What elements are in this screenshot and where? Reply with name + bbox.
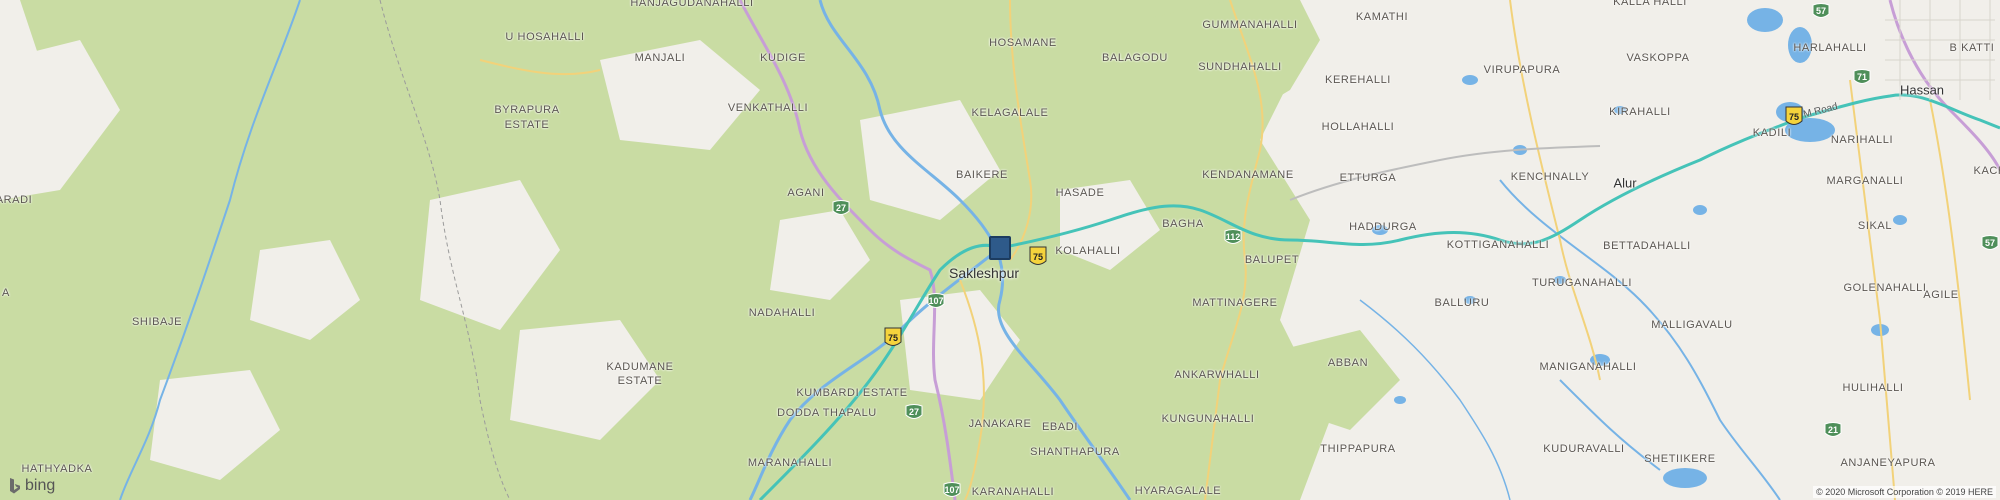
nh-shield: 112 xyxy=(1223,229,1243,247)
village-label: MATTINAGERE xyxy=(1192,297,1278,309)
sh-shield: 75 xyxy=(884,327,902,349)
village-label: SIKAL xyxy=(1857,220,1893,232)
village-label: BETTADAHALLI xyxy=(1603,240,1691,252)
bing-icon xyxy=(10,478,20,494)
map-canvas[interactable]: Sakleshpur Alur Hassan HANJAGUDANAHALLI … xyxy=(0,0,2000,500)
village-label: VENKATHALLI xyxy=(727,102,809,114)
nh-shield: 107 xyxy=(942,482,962,500)
village-label: NADAHALLI xyxy=(748,307,816,319)
village-label: BYRAPURA xyxy=(494,104,560,116)
location-pin[interactable] xyxy=(989,236,1011,260)
village-label: SHANTHAPURA xyxy=(1030,446,1120,458)
village-label: ETTURGA xyxy=(1339,172,1397,184)
town-label-alur: Alur xyxy=(1613,175,1637,191)
village-label: AGILE xyxy=(1923,289,1959,301)
village-label: AGANI xyxy=(787,187,825,199)
village-label: HATHYADKA xyxy=(21,463,93,475)
nh-shield: 71 xyxy=(1852,69,1872,87)
village-label: KIRAHALLI xyxy=(1609,106,1671,118)
copyright-notice: © 2020 Microsoft Corporation © 2019 HERE xyxy=(1813,486,1996,498)
village-label: VASKOPPA xyxy=(1626,52,1690,64)
village-label: KARANAHALLI xyxy=(971,486,1055,498)
village-label: KELAGALALE xyxy=(971,107,1049,119)
sh-shield: 75 xyxy=(1029,246,1047,268)
village-label: ANKARWHALLI xyxy=(1174,369,1260,381)
village-label: BAIKERE xyxy=(956,169,1008,181)
village-label: HANJAGUDANAHALLI xyxy=(630,0,754,9)
village-label: HYARAGALALE xyxy=(1134,485,1222,497)
village-label: KUDURAVALLI xyxy=(1543,443,1625,455)
village-label: KUMBARDI ESTATE xyxy=(796,387,908,399)
sh-shield: 75 xyxy=(1785,106,1803,128)
village-label: DODDA THAPALU xyxy=(777,407,877,419)
village-label: GUMMANAHALLI xyxy=(1202,19,1298,31)
village-label: KADUMANE xyxy=(606,361,674,373)
village-label: KOTTIGANAHALLI xyxy=(1446,239,1550,251)
village-label: KENDANAMANE xyxy=(1202,169,1294,181)
village-label: TURUGANAHALLI xyxy=(1531,277,1633,289)
village-label: MANJALI xyxy=(634,52,686,64)
village-label: U HOSAHALLI xyxy=(505,31,585,43)
nh-shield: 27 xyxy=(831,200,851,218)
village-label: KUDIGE xyxy=(760,52,806,64)
village-label: KEREHALLI xyxy=(1325,74,1391,86)
village-label: KALLA HALLI xyxy=(1613,0,1687,8)
village-label: KACH xyxy=(1973,165,2000,177)
village-label: HADDURGA xyxy=(1349,221,1417,233)
bing-logo: bing xyxy=(8,476,55,496)
nh-shield: 21 xyxy=(1823,422,1843,440)
village-label: ABBAN xyxy=(1327,357,1369,369)
village-label: HASADE xyxy=(1055,187,1105,199)
village-label: JANAKARE xyxy=(968,418,1032,430)
village-label: HOSAMANE xyxy=(989,37,1057,49)
village-label: ANJANEYAPURA xyxy=(1840,457,1936,469)
nh-shield: 57 xyxy=(1811,3,1831,21)
village-label: A xyxy=(2,287,10,299)
village-label: BALUPET xyxy=(1244,254,1300,266)
village-label: SHETIIKERE xyxy=(1644,453,1716,465)
village-label: MANIGANAHALLI xyxy=(1539,361,1637,373)
village-label: MALLIGAVALU xyxy=(1651,319,1733,331)
village-label: NARIHALLI xyxy=(1830,134,1894,146)
village-label: MARANAHALLI xyxy=(747,457,833,469)
village-label: GOLENAHALLI xyxy=(1843,282,1927,294)
village-label: BALLURU xyxy=(1434,297,1490,309)
village-label: MARGANALLI xyxy=(1826,175,1904,187)
village-label: HARLAHALLI xyxy=(1793,42,1867,54)
village-label: ARADI xyxy=(0,194,33,206)
village-label: HOLLAHALLI xyxy=(1321,121,1395,133)
town-label-hassan: Hassan xyxy=(1899,82,1945,98)
village-label: B KATTI xyxy=(1949,42,1995,54)
nh-shield: 107 xyxy=(926,293,946,311)
village-label: KUNGUNAHALLI xyxy=(1161,413,1255,425)
village-label: SUNDHAHALLI xyxy=(1198,61,1282,73)
village-label: KOLAHALLI xyxy=(1055,245,1121,257)
bing-logo-text: bing xyxy=(25,477,56,494)
town-label-sakleshpur: Sakleshpur xyxy=(948,265,1020,281)
nh-shield: 27 xyxy=(904,404,924,422)
village-label: BALAGODU xyxy=(1102,52,1168,64)
nh-shield: 57 xyxy=(1980,235,2000,253)
village-label: KADILI xyxy=(1752,127,1792,139)
village-label: SHIBAJE xyxy=(131,316,183,328)
village-label: ESTATE xyxy=(617,375,663,387)
village-label: ESTATE xyxy=(504,119,550,131)
village-label: KENCHNALLY xyxy=(1510,171,1590,183)
village-label: EBADI xyxy=(1041,421,1079,433)
village-label: THIPPAPURA xyxy=(1320,443,1396,455)
village-label: BAGHA xyxy=(1162,218,1204,230)
village-label: HULIHALLI xyxy=(1842,382,1904,394)
village-label: KAMATHI xyxy=(1355,11,1409,23)
village-label: VIRUPAPURA xyxy=(1483,64,1561,76)
